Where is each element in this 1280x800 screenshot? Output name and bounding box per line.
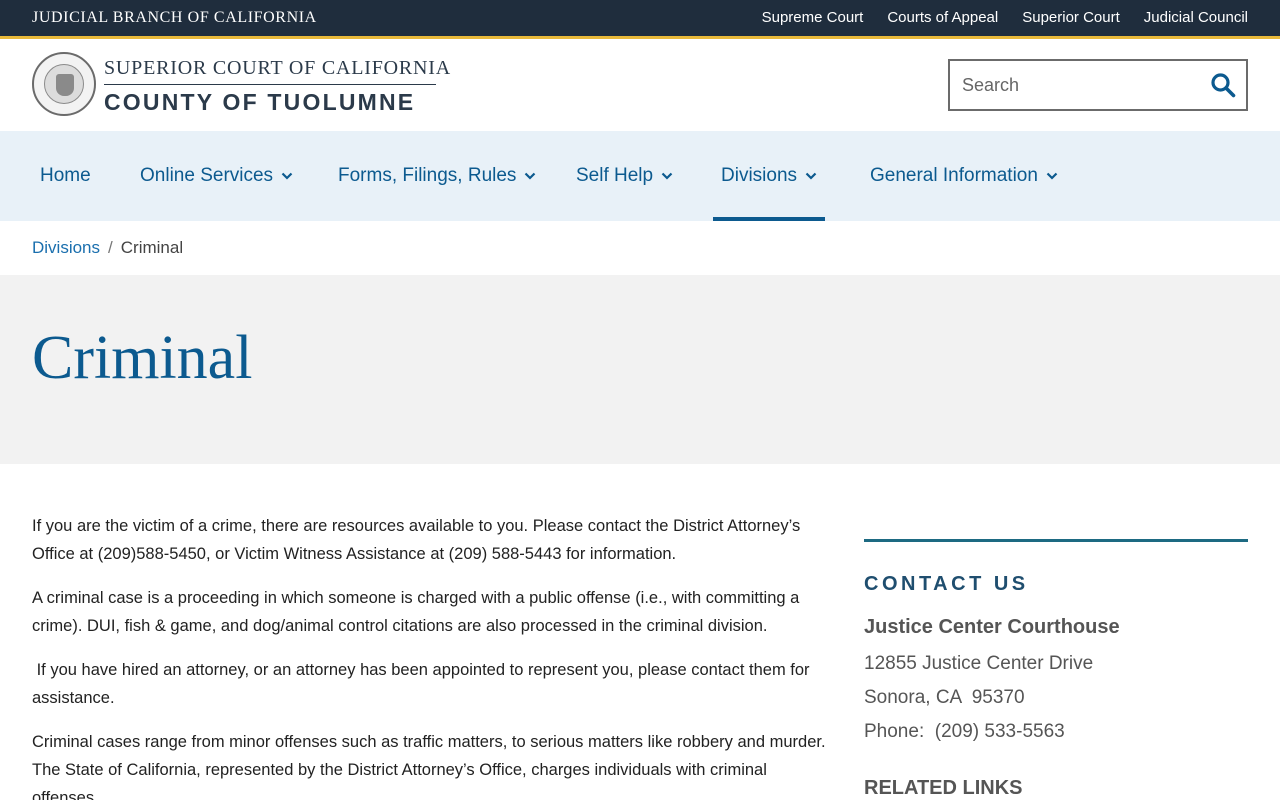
courthouse-name: Justice Center Courthouse xyxy=(864,616,1120,638)
logo-title-line1[interactable]: SUPERIOR COURT OF CALIFORNIA xyxy=(104,57,451,80)
utility-links: Supreme Court Courts of Appeal Superior … xyxy=(762,9,1248,26)
chevron-down-icon xyxy=(661,172,673,180)
link-courts-of-appeal[interactable]: Courts of Appeal xyxy=(887,9,998,26)
chevron-down-icon xyxy=(1046,172,1058,180)
court-seal-logo[interactable] xyxy=(32,52,96,116)
nav-online-services-label: Online Services xyxy=(140,165,274,186)
address-street: 12855 Justice Center Drive xyxy=(864,653,1094,674)
nav-divisions[interactable]: Divisions xyxy=(712,131,826,221)
seal-emblem xyxy=(56,74,74,96)
sidebar-divider xyxy=(864,539,1248,542)
nav-online-services[interactable]: Online Services xyxy=(140,131,293,221)
main-content: If you are the victim of a crime, there … xyxy=(32,512,832,800)
content-paragraph: A criminal case is a proceeding in which… xyxy=(32,589,800,635)
breadcrumb: Divisions / Criminal xyxy=(32,238,183,258)
content-paragraph: If you are the victim of a crime, there … xyxy=(32,517,801,563)
logo-divider xyxy=(104,84,436,85)
page-hero: Criminal xyxy=(0,275,1280,464)
contact-us-heading: CONTACT US xyxy=(864,573,1029,595)
page-title: Criminal xyxy=(32,324,253,392)
logo-title-line2[interactable]: COUNTY OF TUOLUMNE xyxy=(104,89,415,116)
chevron-down-icon xyxy=(281,172,293,180)
nav-general-information[interactable]: General Information xyxy=(870,131,1058,221)
nav-self-help-label: Self Help xyxy=(576,165,654,186)
site-header: SUPERIOR COURT OF CALIFORNIA COUNTY OF T… xyxy=(0,39,1280,131)
link-superior-court[interactable]: Superior Court xyxy=(1022,9,1120,26)
judicial-branch-brand[interactable]: JUDICIAL BRANCH OF CALIFORNIA xyxy=(32,9,317,27)
link-judicial-council[interactable]: Judicial Council xyxy=(1144,9,1248,26)
chevron-down-icon xyxy=(805,172,817,180)
search-input[interactable] xyxy=(950,61,1200,109)
nav-self-help[interactable]: Self Help xyxy=(576,131,673,221)
related-links-heading: RELATED LINKS xyxy=(864,777,1023,799)
content-paragraph: Criminal cases range from minor offenses… xyxy=(32,733,826,800)
nav-forms-label: Forms, Filings, Rules xyxy=(338,165,517,186)
breadcrumb-separator: / xyxy=(108,238,113,257)
nav-home[interactable]: Home xyxy=(40,131,91,221)
main-nav: Home Online Services Forms, Filings, Rul… xyxy=(0,131,1280,221)
search-icon[interactable] xyxy=(1210,72,1236,98)
nav-divisions-label: Divisions xyxy=(721,165,798,186)
breadcrumb-divisions[interactable]: Divisions xyxy=(32,238,100,258)
search-box xyxy=(948,59,1248,111)
contact-sidebar: CONTACT US Justice Center Courthouse 128… xyxy=(864,539,1248,800)
courthouse-address: 12855 Justice Center Drive Sonora, CA 95… xyxy=(864,647,1248,749)
utility-bar: JUDICIAL BRANCH OF CALIFORNIA Supreme Co… xyxy=(0,0,1280,36)
courthouse-phone: Phone: (209) 533-5563 xyxy=(864,721,1065,742)
breadcrumb-current: Criminal xyxy=(120,238,184,257)
link-supreme-court[interactable]: Supreme Court xyxy=(762,9,864,26)
nav-forms-filings-rules[interactable]: Forms, Filings, Rules xyxy=(338,131,536,221)
nav-home-label: Home xyxy=(40,165,91,186)
chevron-down-icon xyxy=(525,172,536,180)
address-city: Sonora, CA 95370 xyxy=(864,687,1025,708)
nav-general-information-label: General Information xyxy=(870,165,1038,186)
content-paragraph: If you have hired an attorney, or an att… xyxy=(32,661,815,707)
